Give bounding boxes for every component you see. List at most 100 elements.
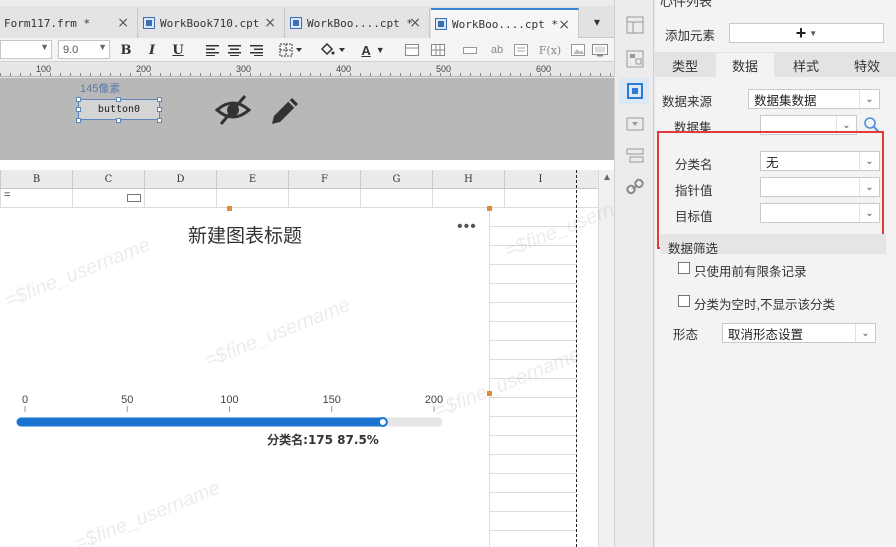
- chart-container[interactable]: [0, 208, 490, 547]
- ruler-mark: 500: [436, 64, 452, 74]
- ruler-mark: 300: [236, 64, 252, 74]
- image-icon[interactable]: [570, 40, 586, 60]
- grid-line: [490, 511, 576, 512]
- resize-handle[interactable]: [76, 118, 81, 123]
- tab-type[interactable]: 类型: [657, 53, 713, 77]
- ruler-tick: [400, 73, 401, 76]
- close-icon[interactable]: ×: [117, 15, 129, 31]
- chart-handle[interactable]: [487, 206, 492, 211]
- ruler-tick: [290, 73, 291, 76]
- component-icon[interactable]: [626, 50, 644, 68]
- italic-button[interactable]: I: [144, 40, 160, 60]
- col-header-b[interactable]: B: [0, 170, 72, 189]
- add-element-button[interactable]: + ▼: [729, 23, 884, 43]
- data-source-select[interactable]: 数据集数据 ⌄: [748, 89, 880, 109]
- close-icon[interactable]: ×: [558, 17, 570, 33]
- align-center-icon[interactable]: [226, 40, 242, 60]
- layout-icon[interactable]: [626, 147, 644, 165]
- cell-c1[interactable]: [72, 189, 144, 208]
- align-right-icon[interactable]: [248, 40, 264, 60]
- ruler-tick: [220, 73, 221, 76]
- resize-handle[interactable]: [157, 97, 162, 102]
- cell-f1[interactable]: [288, 189, 360, 208]
- grid-line: [490, 416, 576, 417]
- font-family-select[interactable]: ▼: [0, 40, 52, 59]
- cell-b1[interactable]: =: [0, 189, 72, 208]
- filter-section-header[interactable]: 数据筛选: [660, 234, 886, 254]
- pointer-value-select[interactable]: ⌄: [760, 177, 880, 197]
- resize-handle[interactable]: [157, 118, 162, 123]
- scroll-up-icon[interactable]: ▲: [602, 172, 612, 183]
- shape-select[interactable]: 取消形态设置 ⌄: [722, 323, 876, 343]
- target-value-label: 目标值: [675, 210, 713, 224]
- pencil-icon[interactable]: [268, 94, 302, 131]
- close-icon[interactable]: ×: [264, 15, 276, 31]
- cell-g1[interactable]: [360, 189, 432, 208]
- hide-empty-category-checkbox[interactable]: [678, 295, 690, 307]
- underline-button[interactable]: U: [170, 40, 186, 60]
- cell-d1[interactable]: [144, 189, 216, 208]
- ruler-tick: [380, 73, 381, 76]
- screen-icon[interactable]: [592, 40, 608, 60]
- link-icon[interactable]: [626, 178, 644, 196]
- tab-form117[interactable]: Form117.frm * ×: [0, 8, 138, 38]
- tab-style[interactable]: 样式: [777, 53, 835, 77]
- align-left-icon[interactable]: [204, 40, 220, 60]
- category-select[interactable]: 无 ⌄: [760, 151, 880, 171]
- col-header-i[interactable]: I: [504, 170, 576, 189]
- resize-handle[interactable]: [76, 97, 81, 102]
- chart-property-icon[interactable]: [626, 82, 644, 100]
- grid-icon[interactable]: [430, 40, 446, 60]
- resize-handle[interactable]: [76, 107, 81, 112]
- ruler-tick: [510, 73, 511, 76]
- ruler-tick: [410, 73, 411, 76]
- add-element-label: 添加元素: [665, 29, 716, 43]
- chevron-down-icon: ▼: [40, 42, 49, 52]
- formula-button[interactable]: F(x): [538, 40, 562, 60]
- axis-tick-label: 200: [425, 394, 443, 406]
- cell-i1[interactable]: [504, 189, 576, 208]
- resize-handle[interactable]: [157, 107, 162, 112]
- button0-widget[interactable]: button0: [78, 99, 160, 120]
- widget-tree-icon[interactable]: [626, 16, 644, 34]
- eye-slash-icon[interactable]: [214, 93, 252, 130]
- widget-icon[interactable]: [626, 115, 644, 133]
- top-strip: [0, 0, 614, 6]
- col-header-e[interactable]: E: [216, 170, 288, 189]
- target-value-select[interactable]: ⌄: [760, 203, 880, 223]
- limit-records-label: 只使用前有限条记录: [694, 265, 807, 279]
- grid-line: [490, 264, 576, 265]
- col-header-d[interactable]: D: [144, 170, 216, 189]
- ruler-tick: [190, 73, 191, 76]
- resize-handle[interactable]: [116, 118, 121, 123]
- close-icon[interactable]: ×: [409, 15, 421, 31]
- abbrev-button[interactable]: ab: [488, 40, 506, 60]
- col-header-f[interactable]: F: [288, 170, 360, 189]
- col-header-c[interactable]: C: [72, 170, 144, 189]
- report-file-icon: [290, 17, 302, 29]
- cell-h1[interactable]: [432, 189, 504, 208]
- tab-label: Form117.frm *: [4, 16, 91, 30]
- chart-handle[interactable]: [227, 206, 232, 211]
- more-icon[interactable]: •••: [457, 218, 477, 236]
- resize-handle[interactable]: [116, 97, 121, 102]
- tab-effect[interactable]: 特效: [838, 53, 896, 77]
- tab-data[interactable]: 数据: [716, 53, 774, 77]
- limit-records-checkbox[interactable]: [678, 262, 690, 274]
- tab-workbook-active[interactable]: WorkBoo....cpt * ×: [431, 8, 579, 38]
- merge-cells-icon[interactable]: [404, 40, 420, 60]
- chart-title: 新建图表标题: [187, 226, 302, 247]
- text-color-button[interactable]: A ▼: [358, 40, 388, 60]
- font-size-select[interactable]: 9.0 ▼: [58, 40, 110, 59]
- tab-workbook710[interactable]: WorkBook710.cpt ×: [139, 8, 285, 38]
- tab-overflow-icon[interactable]: ▾: [586, 12, 608, 32]
- col-header-h[interactable]: H: [432, 170, 504, 189]
- col-header-g[interactable]: G: [360, 170, 432, 189]
- insert-text-icon[interactable]: [462, 40, 478, 60]
- rich-text-icon[interactable]: [512, 40, 530, 60]
- ruler-tick: [580, 73, 581, 76]
- bold-button[interactable]: B: [118, 40, 134, 60]
- fill-color-icon[interactable]: [318, 40, 348, 60]
- tab-workbook-3[interactable]: WorkBoo....cpt * ×: [286, 8, 430, 38]
- border-icon[interactable]: [278, 40, 304, 60]
